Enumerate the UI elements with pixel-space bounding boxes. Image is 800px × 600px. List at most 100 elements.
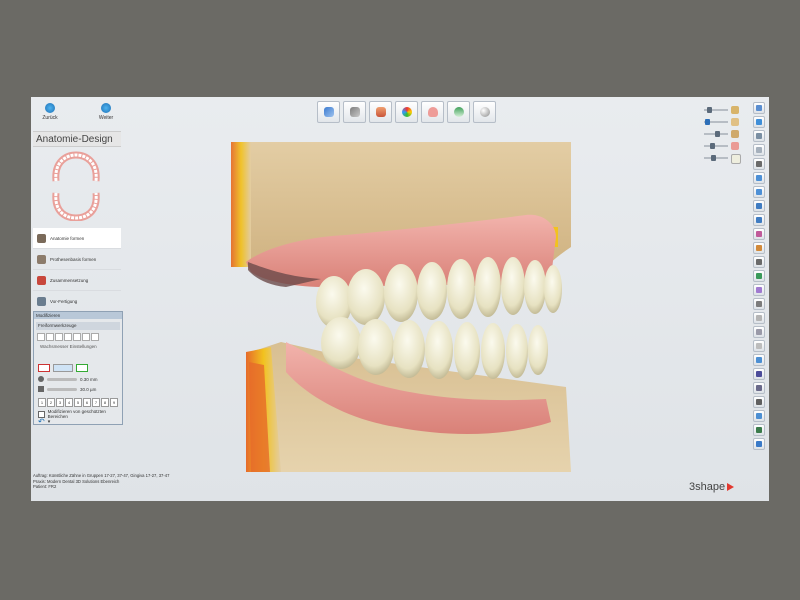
view-icon: [756, 147, 762, 153]
next-arrow-icon: [101, 103, 111, 113]
transparency-slider[interactable]: [701, 154, 741, 164]
preset-button[interactable]: 7: [92, 398, 100, 407]
tooth-tool-icon[interactable]: [64, 333, 72, 341]
view-bottom-button[interactable]: [753, 144, 765, 156]
brush-tool-icon[interactable]: [37, 333, 45, 341]
dental-arch-thumbnail[interactable]: [47, 151, 105, 221]
pen-tool-icon: [323, 107, 334, 117]
color-button[interactable]: [753, 368, 765, 380]
application-window: Zurück Weiter Anatomie-Design Anatomie f…: [31, 97, 769, 501]
morph-tool-icon[interactable]: [73, 333, 81, 341]
gingiva-button[interactable]: [421, 101, 444, 123]
measure-icon: [756, 231, 762, 237]
step-label: Zusammensetzung: [50, 277, 89, 283]
library-button[interactable]: [753, 340, 765, 352]
library-icon: [756, 343, 762, 349]
section-button[interactable]: [753, 256, 765, 268]
gear-icon: [756, 385, 762, 391]
compare-button[interactable]: [753, 354, 765, 366]
preset-button[interactable]: 6: [83, 398, 91, 407]
logo-triangle-icon: [727, 483, 735, 492]
view-right-button[interactable]: [753, 186, 765, 198]
sculpt-tool-icon: [349, 107, 360, 117]
size-slider[interactable]: [47, 377, 77, 381]
help-icon: [756, 413, 762, 419]
settings-button[interactable]: [753, 382, 765, 394]
camera-icon: [756, 161, 762, 167]
texture-icon: [756, 301, 762, 307]
view-top-button[interactable]: [753, 130, 765, 142]
protected-areas-label: Modifizieren von geschützten Bereichen: [47, 409, 106, 419]
scan-button[interactable]: [753, 326, 765, 338]
occlusion-button[interactable]: [753, 284, 765, 296]
color-palette-icon: [401, 107, 412, 117]
step-pre-manufacturing[interactable]: Vor-Fertigung: [33, 291, 121, 312]
preset-button[interactable]: 8: [101, 398, 109, 407]
transparency-slider[interactable]: [701, 118, 741, 126]
sculpt-tool-button[interactable]: [343, 101, 366, 123]
anatomy-button[interactable]: [369, 101, 392, 123]
texture-button[interactable]: [753, 298, 765, 310]
scan-icon: [756, 329, 762, 335]
export-icon: [756, 427, 762, 433]
step-anatomy-shape[interactable]: Anatomie formen: [33, 228, 121, 249]
step-label: Anatomie formen: [50, 235, 85, 241]
camera-button[interactable]: [753, 158, 765, 170]
color-palette-button[interactable]: [395, 101, 418, 123]
logo-text: 3shape: [689, 481, 726, 493]
smooth-tool-icon[interactable]: [55, 333, 63, 341]
top-toolbar: [317, 101, 496, 123]
wax-mode-row: [38, 364, 88, 372]
preset-button[interactable]: 1: [38, 398, 46, 407]
strength-slider[interactable]: [47, 387, 77, 391]
measure-button[interactable]: [753, 228, 765, 240]
back-label: Zurück: [42, 115, 58, 121]
brand-logo: 3shape: [689, 481, 735, 493]
distance-map-button[interactable]: [753, 270, 765, 282]
preset-button[interactable]: 9: [110, 398, 118, 407]
fit-view-button[interactable]: [753, 116, 765, 128]
help-button[interactable]: [753, 410, 765, 422]
wax-knife-settings-label: Wachsmesser Einstellungen: [40, 344, 97, 349]
panel-title: Anatomie-Design: [33, 131, 121, 147]
transparency-sliders: [701, 102, 745, 172]
transparency-slider[interactable]: [701, 130, 741, 138]
smooth-wax-button[interactable]: [53, 364, 73, 372]
view-back-button[interactable]: [753, 200, 765, 212]
view-left-button[interactable]: [753, 172, 765, 184]
3d-viewport[interactable]: [226, 137, 576, 477]
pen-tool-button[interactable]: [317, 101, 340, 123]
transparency-slider[interactable]: [701, 106, 741, 114]
strength-icon: [38, 386, 44, 392]
view-iso-button[interactable]: [753, 214, 765, 226]
wax-knife-tool-icon[interactable]: [46, 333, 54, 341]
freeform-tools-group[interactable]: Freiformwerkzeuge: [36, 322, 120, 330]
rotate-tool-icon[interactable]: [91, 333, 99, 341]
transparency-slider[interactable]: [701, 142, 741, 150]
preset-button[interactable]: 5: [74, 398, 82, 407]
remove-wax-button[interactable]: [76, 364, 88, 372]
collapse-button[interactable]: [753, 396, 765, 408]
info-button[interactable]: [753, 438, 765, 450]
step-assembly[interactable]: Zusammensetzung: [33, 270, 121, 291]
back-button[interactable]: Zurück: [35, 103, 65, 121]
preset-button[interactable]: 3: [56, 398, 64, 407]
scale-tool-icon[interactable]: [82, 333, 90, 341]
export-button[interactable]: [753, 424, 765, 436]
chevron-down-icon[interactable]: ▾: [48, 419, 51, 425]
undo-icon[interactable]: ↶: [38, 417, 45, 426]
teeth-view-button[interactable]: [447, 101, 470, 123]
view-icon: [756, 133, 762, 139]
order-line: Auftrag: Künstliche Zähne in Gruppen 17-…: [33, 473, 170, 478]
sphere-view-button[interactable]: [473, 101, 496, 123]
section-icon: [756, 259, 762, 265]
preset-button[interactable]: 4: [65, 398, 73, 407]
size-icon: [38, 376, 44, 382]
step-denture-base[interactable]: Prothesenbasis formen: [33, 249, 121, 270]
view-front-button[interactable]: [753, 102, 765, 114]
preset-button[interactable]: 2: [47, 398, 55, 407]
add-wax-button[interactable]: [38, 364, 50, 372]
snapshot-button[interactable]: [753, 312, 765, 324]
clip-plane-button[interactable]: [753, 242, 765, 254]
next-button[interactable]: Weiter: [91, 103, 121, 121]
